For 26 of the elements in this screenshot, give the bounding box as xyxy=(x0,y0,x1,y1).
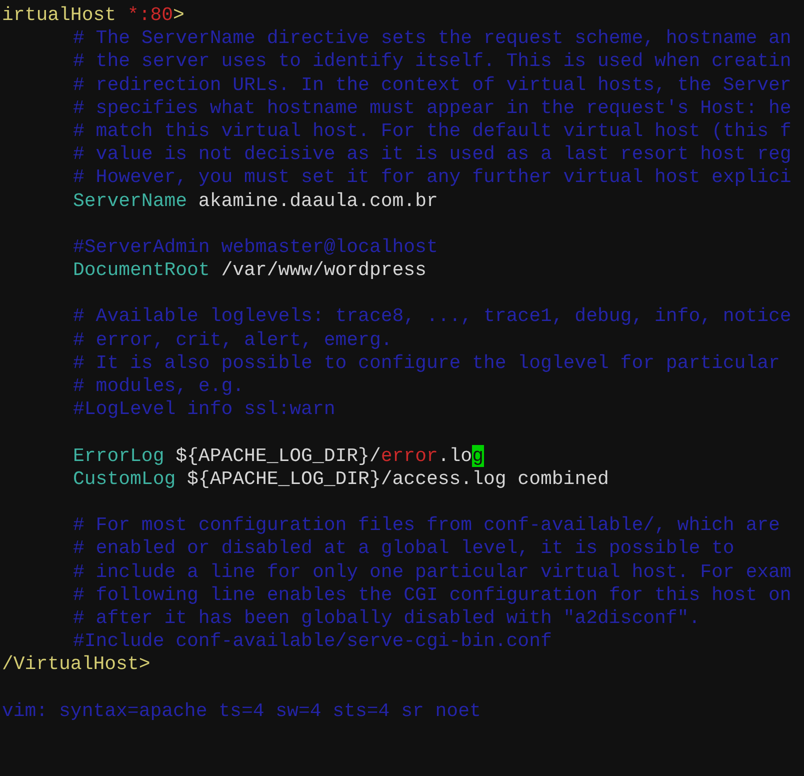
code-line: CustomLog ${APACHE_LOG_DIR}/access.log combined xyxy=(73,468,609,490)
code-line: # enabled or disabled at a global level, it is possible to xyxy=(73,537,734,560)
code-line: # The ServerName directive sets the request scheme, hostname an xyxy=(73,27,792,50)
code-line: # modules, e.g. xyxy=(73,375,244,397)
code-line: irtualHost *:80> xyxy=(2,4,184,26)
code-line: DocumentRoot /var/www/wordpress xyxy=(73,259,426,282)
code-line: # value is not decisive as it is used as a last resort host reg xyxy=(73,143,792,166)
code-line: # the server uses to identify itself. This is used when creatin xyxy=(73,50,792,72)
code-line: # match this virtual host. For the default virtual host (this f xyxy=(73,120,792,142)
code-line: # specifies what hostname must appear in the request's Host: he xyxy=(73,96,792,119)
code-line: # after it has been globally disabled with "a2disconf". xyxy=(73,606,700,629)
code-line: # redirection URLs. In the context of virtual hosts, the Server xyxy=(73,74,792,96)
code-line: # following line enables the CGI configuration for this host on xyxy=(73,584,792,606)
code-line: #Include conf-available/serve-cgi-bin.conf xyxy=(73,630,552,652)
code-line: ErrorLog ${APACHE_LOG_DIR}/error.log xyxy=(73,444,484,467)
code-line: ServerName akamine.daaula.com.br xyxy=(73,190,438,212)
code-line: #ServerAdmin webmaster@localhost xyxy=(73,236,438,258)
code-line: # error, crit, alert, emerg. xyxy=(73,328,392,351)
code-line: # include a line for only one particular virtual host. For exam xyxy=(73,560,792,582)
code-line: /VirtualHost> xyxy=(2,653,150,676)
code-line: vim: syntax=apache ts=4 sw=4 sts=4 sr noet xyxy=(2,700,481,722)
code-line: # Available loglevels: trace8, ..., trace1, debug, info, notice xyxy=(73,305,792,328)
code-line: # However, you must set it for any further virtual host explici xyxy=(73,166,792,188)
code-line: #LogLevel info ssl:warn xyxy=(73,398,336,420)
code-line: # For most configuration files from conf-available/, which are xyxy=(73,514,780,536)
code-line: # It is also possible to configure the loglevel for particular xyxy=(73,352,780,374)
